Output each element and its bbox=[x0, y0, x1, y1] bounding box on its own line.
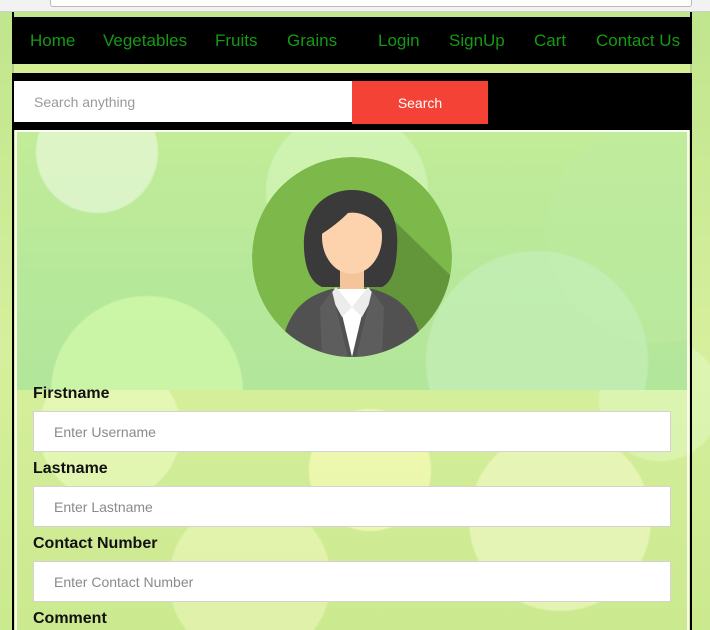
nav-grains[interactable]: Grains bbox=[287, 31, 337, 51]
browser-toolbar bbox=[0, 0, 710, 12]
firstname-label: Firstname bbox=[33, 385, 110, 402]
nav-signup[interactable]: SignUp bbox=[449, 31, 505, 51]
nav-contact-us[interactable]: Contact Us bbox=[596, 31, 680, 51]
nav-fruits[interactable]: Fruits bbox=[215, 31, 258, 51]
lastname-label: Lastname bbox=[33, 460, 108, 477]
contact-number-label: Contact Number bbox=[33, 535, 158, 552]
search-input[interactable] bbox=[14, 81, 352, 122]
nav-login[interactable]: Login bbox=[378, 31, 420, 51]
nav-home[interactable]: Home bbox=[30, 31, 75, 51]
nav-divider-strip bbox=[12, 64, 692, 73]
search-button[interactable]: Search bbox=[352, 81, 488, 124]
address-bar[interactable] bbox=[50, 0, 692, 7]
nav-vegetables[interactable]: Vegetables bbox=[103, 31, 187, 51]
comment-label: Comment bbox=[33, 610, 107, 627]
nav-cart[interactable]: Cart bbox=[534, 31, 566, 51]
firstname-field[interactable] bbox=[33, 411, 671, 452]
top-navbar: Home Vegetables Fruits Grains Login Sign… bbox=[12, 17, 692, 64]
female-user-avatar-icon bbox=[252, 157, 452, 357]
contact-number-field[interactable] bbox=[33, 561, 671, 602]
lastname-field[interactable] bbox=[33, 486, 671, 527]
